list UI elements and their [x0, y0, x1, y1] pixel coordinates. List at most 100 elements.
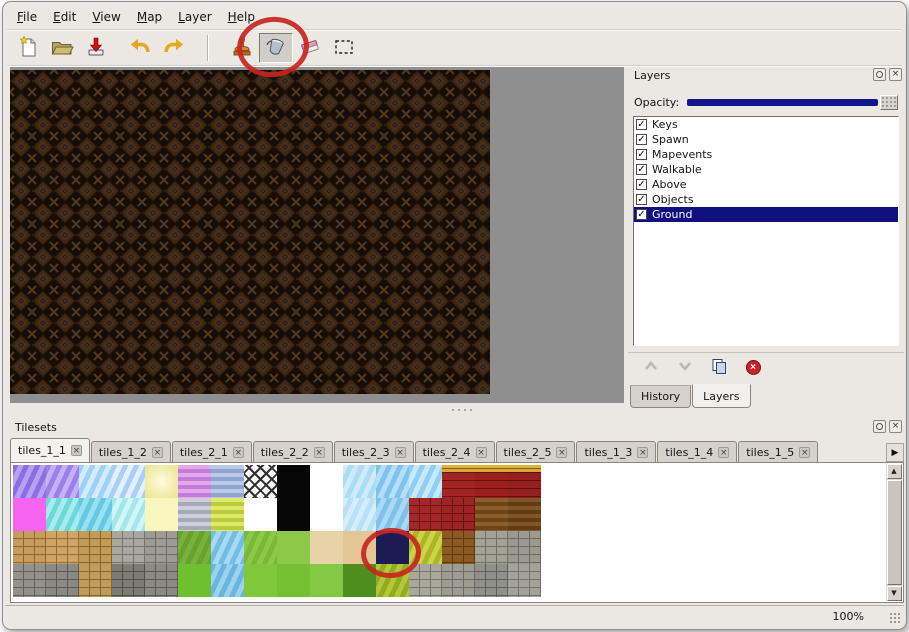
tileset-tile[interactable] [310, 465, 343, 498]
tileset-tab-tiles_1_1[interactable]: tiles_1_1× [10, 438, 90, 462]
tileset-tile[interactable] [277, 531, 310, 564]
tileset-tab-tiles_2_5[interactable]: tiles_2_5× [496, 441, 576, 462]
layer-visible-checkbox[interactable]: ✓ [636, 179, 647, 190]
layer-row-ground[interactable]: ✓Ground [634, 207, 898, 222]
map-canvas[interactable] [10, 70, 490, 394]
tileset-tile[interactable] [178, 531, 211, 564]
save-button[interactable] [79, 33, 113, 63]
tileset-tile[interactable] [112, 531, 145, 564]
tileset-tile[interactable] [13, 465, 46, 498]
resize-grip[interactable] [889, 612, 901, 624]
tileset-tile[interactable] [244, 465, 277, 498]
opacity-slider-track[interactable] [687, 99, 878, 106]
layer-visible-checkbox[interactable]: ✓ [636, 164, 647, 175]
tileset-tile[interactable] [508, 498, 541, 531]
tileset-tab-tiles_2_2[interactable]: tiles_2_2× [253, 441, 333, 462]
layer-visible-checkbox[interactable]: ✓ [636, 194, 647, 205]
tileset-tile[interactable] [145, 564, 178, 597]
tab-close-icon[interactable]: × [637, 447, 648, 458]
tileset-tile[interactable] [277, 564, 310, 597]
layer-visible-checkbox[interactable]: ✓ [636, 149, 647, 160]
layer-row-walkable[interactable]: ✓Walkable [634, 162, 898, 177]
horizontal-splitter[interactable] [10, 404, 624, 415]
tileset-tile[interactable] [409, 564, 442, 597]
layer-row-above[interactable]: ✓Above [634, 177, 898, 192]
fill-bucket-button[interactable] [259, 33, 293, 63]
tileset-tile[interactable] [508, 531, 541, 564]
tileset-tile[interactable] [310, 498, 343, 531]
tileset-tab-tiles_1_2[interactable]: tiles_1_2× [91, 441, 171, 462]
delete-layer-button[interactable]: × [742, 358, 764, 378]
tileset-tab-tiles_2_3[interactable]: tiles_2_3× [334, 441, 414, 462]
menu-help[interactable]: Help [220, 7, 263, 27]
tileset-tile[interactable] [211, 531, 244, 564]
tileset-tile[interactable] [79, 531, 112, 564]
tileset-tile[interactable] [244, 531, 277, 564]
tileset-tile[interactable] [409, 531, 442, 564]
raise-layer-button[interactable] [640, 358, 662, 378]
close-icon[interactable]: × [889, 420, 902, 433]
tileset-tile[interactable] [343, 564, 376, 597]
tileset-tile[interactable] [475, 564, 508, 597]
tab-close-icon[interactable]: × [476, 447, 487, 458]
tileset-tab-tiles_2_4[interactable]: tiles_2_4× [415, 441, 495, 462]
rollup-icon[interactable] [873, 420, 886, 433]
tileset-tile[interactable] [13, 498, 46, 531]
tileset-tile[interactable] [112, 498, 145, 531]
tab-close-icon[interactable]: × [152, 447, 163, 458]
layer-visible-checkbox[interactable]: ✓ [636, 209, 647, 220]
duplicate-layer-button[interactable] [708, 358, 730, 378]
tileset-tile[interactable] [145, 531, 178, 564]
tab-close-icon[interactable]: × [395, 447, 406, 458]
tileset-tile[interactable] [79, 465, 112, 498]
tab-close-icon[interactable]: × [799, 447, 810, 458]
tileset-tile[interactable] [343, 531, 376, 564]
tileset-tile[interactable] [409, 465, 442, 498]
undo-button[interactable] [123, 33, 157, 63]
tileset-tile[interactable] [178, 465, 211, 498]
tileset-tile[interactable] [211, 465, 244, 498]
layer-row-spawn[interactable]: ✓Spawn [634, 132, 898, 147]
menu-file[interactable]: File [9, 7, 45, 27]
opacity-slider-handle[interactable] [880, 95, 898, 110]
tileset-tab-tiles_1_5[interactable]: tiles_1_5× [738, 441, 818, 462]
tab-close-icon[interactable]: × [71, 445, 82, 456]
close-icon[interactable]: × [889, 68, 902, 81]
tileset-tile[interactable] [310, 531, 343, 564]
menu-map[interactable]: Map [129, 7, 170, 27]
layer-visible-checkbox[interactable]: ✓ [636, 134, 647, 145]
tab-close-icon[interactable]: × [233, 447, 244, 458]
tileset-tile[interactable] [277, 498, 310, 531]
tileset-tile[interactable] [508, 465, 541, 498]
menu-layer[interactable]: Layer [170, 7, 219, 27]
tileset-tab-tiles_1_3[interactable]: tiles_1_3× [576, 441, 656, 462]
tileset-tile-circled[interactable] [376, 531, 409, 564]
tileset-tile[interactable] [508, 564, 541, 597]
tileset-tile[interactable] [442, 498, 475, 531]
tileset-tile[interactable] [145, 465, 178, 498]
layer-row-objects[interactable]: ✓Objects [634, 192, 898, 207]
tileset-tile[interactable] [79, 498, 112, 531]
tab-close-icon[interactable]: × [556, 447, 567, 458]
menu-view[interactable]: View [84, 7, 128, 27]
map-view[interactable] [10, 67, 624, 403]
tileset-scrollbar[interactable]: ▲ ▼ [886, 464, 902, 601]
tileset-tile[interactable] [442, 564, 475, 597]
tab-scroll-right-button[interactable]: ▶ [886, 443, 904, 462]
new-file-button[interactable] [11, 33, 45, 63]
scrollbar-thumb[interactable] [887, 480, 902, 585]
scroll-up-button[interactable]: ▲ [887, 464, 902, 479]
tileset-tile[interactable] [475, 531, 508, 564]
tileset-tile[interactable] [343, 498, 376, 531]
tileset-tile[interactable] [112, 465, 145, 498]
tileset-tile[interactable] [244, 498, 277, 531]
tileset-tile[interactable] [343, 465, 376, 498]
tab-close-icon[interactable]: × [718, 447, 729, 458]
tileset-tile[interactable] [442, 531, 475, 564]
tileset-tile[interactable] [277, 465, 310, 498]
tileset-tile[interactable] [475, 465, 508, 498]
tab-close-icon[interactable]: × [314, 447, 325, 458]
marquee-select-button[interactable] [327, 33, 361, 63]
tileset-tile[interactable] [145, 498, 178, 531]
panel-tab-history[interactable]: History [630, 385, 691, 408]
